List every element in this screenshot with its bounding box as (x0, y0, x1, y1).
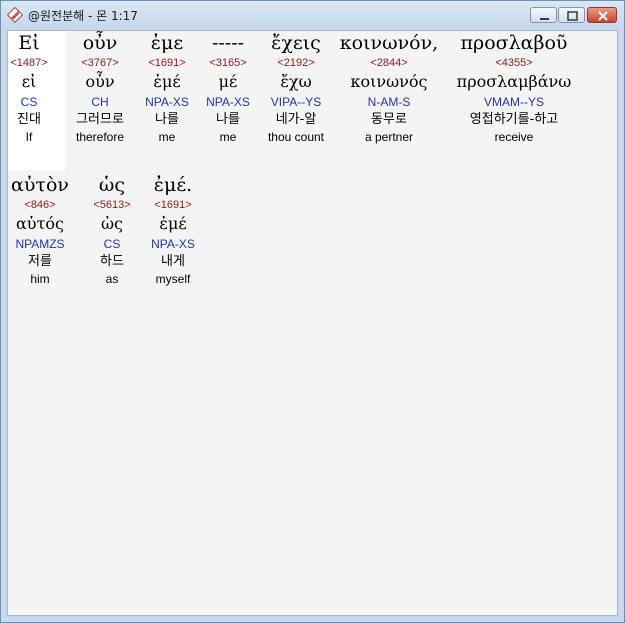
word-cell[interactable]: ὡς <5613> ὡς CS 하드 as (84, 173, 140, 287)
english-gloss: me (158, 130, 176, 144)
window-title: @원전분해 - 몬 1:17 (28, 9, 138, 23)
lexical-form: αὐτός (16, 214, 64, 233)
strong-number: <2192> (277, 57, 315, 69)
lexical-form: κοινωνός (350, 72, 428, 91)
analysis-pane[interactable]: Εἰ <1487> εἰ CS 진대 If οὖν <3767> οὖν CH … (7, 30, 618, 616)
word-cell[interactable]: οὖν <3767> οὖν CH 그러므로 therefore (66, 31, 134, 145)
minimize-button[interactable] (530, 7, 557, 23)
app-window: @원전분해 - 몬 1:17 Εἰ <1487> εἰ CS 진대 If οὖν… (0, 0, 625, 623)
greek-word: ἐμε (150, 32, 184, 54)
word-cell[interactable]: Εἰ <1487> εἰ CS 진대 If (8, 31, 50, 145)
lexical-form: εἰ (21, 72, 37, 91)
strong-number: <846> (24, 199, 56, 211)
strong-number: <1691> (154, 199, 192, 211)
lexical-form: ἔχω (280, 72, 312, 91)
greek-word: αὐτὸν (11, 174, 69, 196)
parsing-code: VIPA--YS (270, 95, 322, 109)
lexical-form: οὖν (85, 72, 115, 91)
parsing-code: NPA-XS (206, 95, 250, 109)
greek-word: Εἰ (18, 32, 40, 54)
korean-gloss: 내게 (161, 254, 185, 269)
greek-word: ἔχεις (271, 32, 321, 54)
lexical-form: μέ (218, 72, 238, 91)
parsing-code: CS (103, 237, 121, 251)
parsing-code: CH (91, 95, 109, 109)
english-gloss: me (219, 130, 237, 144)
greek-word: προσλαβοῦ (460, 32, 568, 54)
parsing-code: N-AM-S (367, 95, 411, 109)
parsing-code: VMAM--YS (484, 95, 544, 109)
word-cell[interactable]: ἐμέ. <1691> ἐμέ NPA-XS 내게 myself (145, 173, 201, 287)
close-icon (598, 11, 608, 21)
english-gloss: him (30, 272, 50, 286)
english-gloss: receive (494, 130, 534, 144)
korean-gloss: 진대 (17, 112, 41, 127)
korean-gloss: 저를 (28, 254, 52, 269)
lexical-form: ἐμέ (159, 214, 187, 233)
word-cell[interactable]: κοινωνόν, <2844> κοινωνός N-AM-S 동무로 a p… (339, 31, 439, 145)
english-gloss: a pertner (364, 130, 414, 144)
english-gloss: myself (155, 272, 191, 286)
korean-gloss: 영접하기를-하고 (469, 112, 559, 127)
parsing-code: NPA-XS (151, 237, 195, 251)
parsing-code: NPAMZS (15, 237, 65, 251)
word-cell[interactable]: ----- <3165> μέ NPA-XS 나를 me (202, 31, 254, 145)
greek-word: ἐμέ. (153, 174, 193, 196)
maximize-icon (567, 11, 578, 21)
close-button[interactable] (587, 7, 617, 23)
english-gloss: therefore (75, 130, 125, 144)
word-cell[interactable]: ἔχεις <2192> ἔχω VIPA--YS 네가-알 thou coun… (260, 31, 332, 145)
parsing-code: NPA-XS (145, 95, 189, 109)
lexical-form: προσλαμβάνω (456, 72, 572, 91)
app-icon (7, 7, 23, 23)
parsing-code: CS (20, 95, 38, 109)
english-gloss: If (25, 130, 33, 144)
lexical-form: ὡς (100, 214, 123, 233)
korean-gloss: 동무로 (371, 112, 407, 127)
strong-number: <1487> (10, 57, 48, 69)
strong-number: <1691> (148, 57, 186, 69)
greek-word: ----- (211, 32, 245, 54)
strong-number: <2844> (370, 57, 408, 69)
word-cell[interactable]: προσλαβοῦ <4355> προσλαμβάνω VMAM--YS 영접… (450, 31, 578, 145)
word-cell[interactable]: ἐμε <1691> ἐμέ NPA-XS 나를 me (141, 31, 193, 145)
strong-number: <3165> (209, 57, 247, 69)
title-bar[interactable]: @원전분해 - 몬 1:17 (1, 1, 624, 29)
korean-gloss: 나를 (216, 112, 240, 127)
greek-word: ὡς (98, 174, 126, 196)
korean-gloss: 하드 (100, 254, 124, 269)
english-gloss: thou count (267, 130, 325, 144)
english-gloss: as (105, 272, 119, 286)
greek-word: κοινωνόν, (339, 32, 439, 54)
strong-number: <3767> (81, 57, 119, 69)
korean-gloss: 나를 (155, 112, 179, 127)
greek-word: οὖν (82, 32, 118, 54)
word-cell[interactable]: αὐτὸν <846> αὐτός NPAMZS 저를 him (8, 173, 72, 287)
korean-gloss: 그러므로 (76, 112, 124, 127)
strong-number: <4355> (495, 57, 533, 69)
lexical-form: ἐμέ (153, 72, 181, 91)
maximize-button[interactable] (558, 7, 585, 23)
korean-gloss: 네가-알 (275, 112, 317, 127)
minimize-icon (540, 18, 549, 20)
strong-number: <5613> (93, 199, 131, 211)
